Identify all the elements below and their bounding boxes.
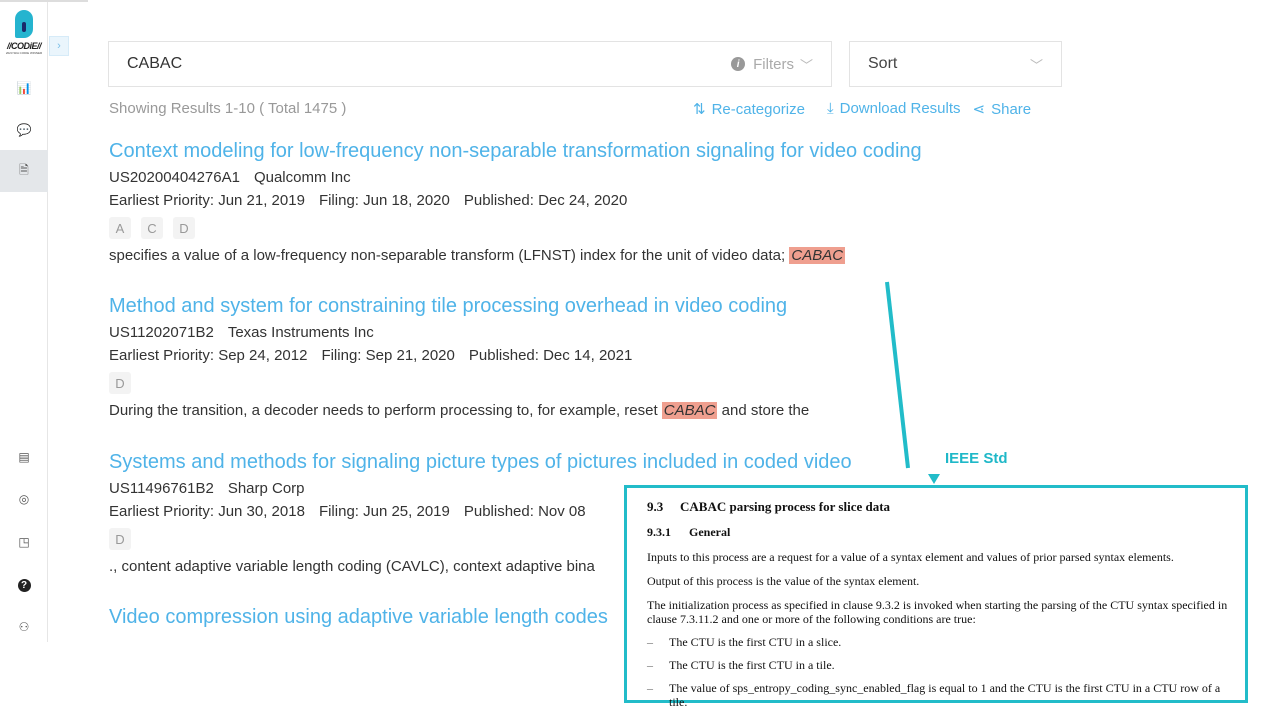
standard-excerpt-callout: 9.3 CABAC parsing process for slice data … — [624, 485, 1248, 709]
callout-label: IEEE Std — [945, 450, 1008, 467]
callout-line — [885, 281, 910, 469]
callout-arrow-icon — [928, 474, 940, 484]
